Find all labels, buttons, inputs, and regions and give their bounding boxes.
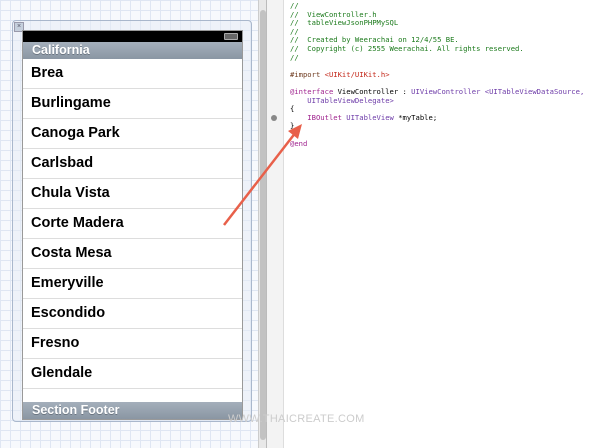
- watermark: WWW.THAICREATE.COM: [228, 413, 365, 425]
- connection-arrow-icon: [223, 124, 302, 226]
